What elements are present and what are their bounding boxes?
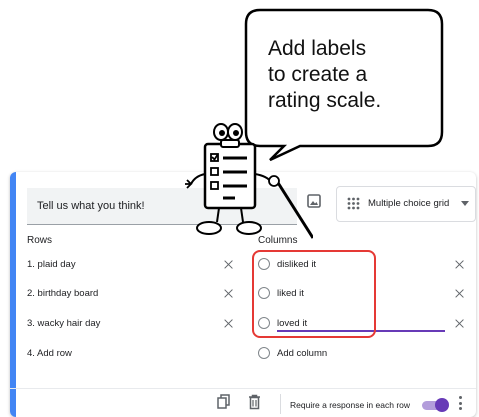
row-label[interactable]: 1. plaid day	[27, 259, 76, 270]
question-type-select[interactable]: Multiple choice grid	[336, 186, 476, 222]
row-label[interactable]: 2. birthday board	[27, 288, 98, 299]
toggle-knob[interactable]	[435, 398, 449, 412]
require-response-label: Require a response in each row	[290, 400, 411, 410]
card-accent-bar	[10, 172, 16, 417]
remove-column-icon[interactable]	[455, 260, 464, 269]
remove-row-icon[interactable]	[224, 260, 233, 269]
row-label[interactable]: 3. wacky hair day	[27, 318, 100, 329]
question-type-label: Multiple choice grid	[368, 198, 450, 209]
add-column-button[interactable]: Add column	[277, 348, 327, 359]
bubble-line: Add labels	[268, 37, 367, 60]
speech-bubble-text: Add labels to create a rating scale.	[268, 36, 438, 114]
remove-row-icon[interactable]	[224, 319, 233, 328]
grid-icon	[347, 197, 360, 210]
rows-heading: Rows	[27, 235, 53, 246]
highlight-box	[252, 250, 376, 338]
remove-column-icon[interactable]	[455, 319, 464, 328]
footer-separator	[280, 394, 281, 414]
clipboard-mascot-icon	[185, 123, 313, 239]
question-title-text: Tell us what you think!	[37, 200, 145, 212]
footer-divider	[10, 388, 476, 389]
add-row-button[interactable]: 4. Add row	[27, 348, 72, 359]
dropdown-arrow-icon	[461, 201, 469, 206]
radio-icon	[258, 347, 270, 359]
more-options-icon[interactable]	[458, 395, 462, 411]
bubble-line: rating scale.	[268, 89, 382, 112]
duplicate-icon[interactable]	[217, 394, 231, 410]
remove-column-icon[interactable]	[455, 289, 464, 298]
bubble-line: to create a	[268, 63, 368, 86]
remove-row-icon[interactable]	[224, 289, 233, 298]
delete-icon[interactable]	[248, 394, 261, 410]
